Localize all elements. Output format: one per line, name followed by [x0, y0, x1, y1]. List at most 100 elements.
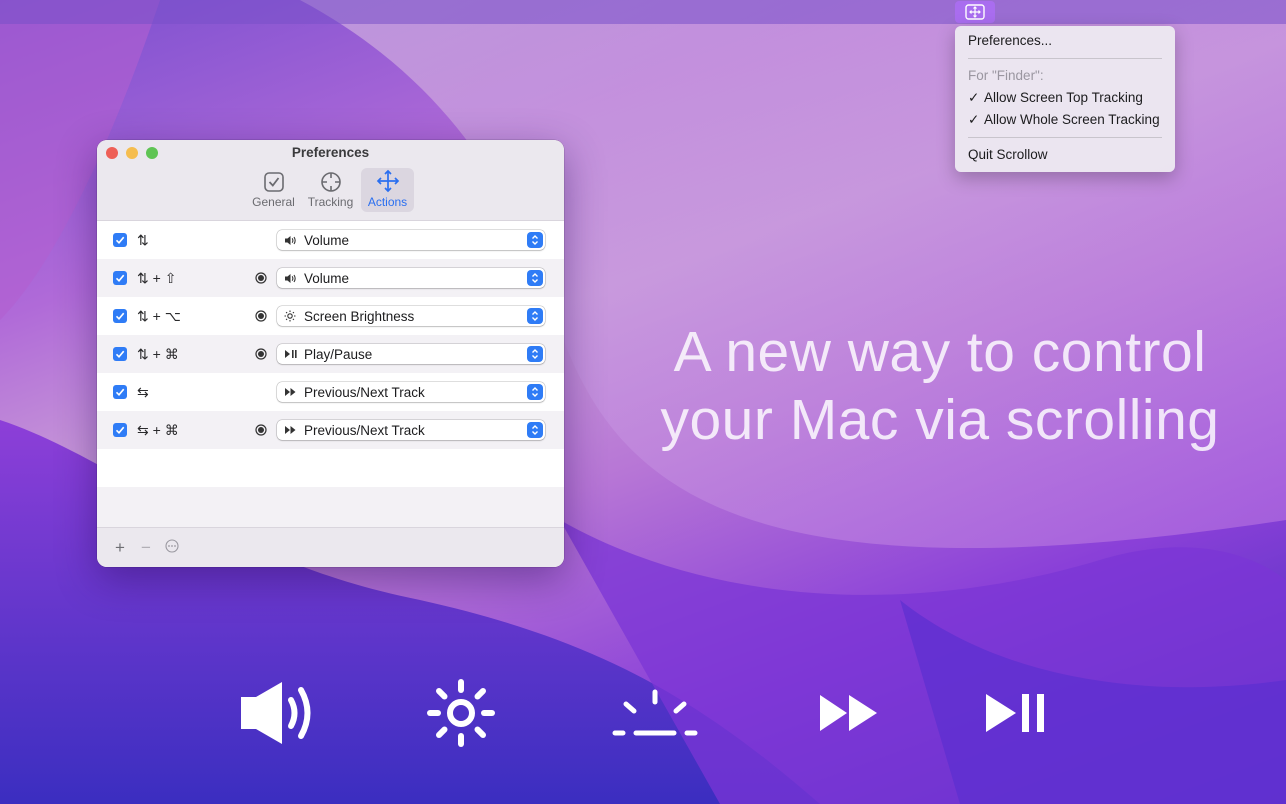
play-pause-icon [986, 694, 1044, 732]
enable-checkbox[interactable] [113, 271, 127, 285]
empty-row [97, 487, 564, 525]
move-arrows-icon [965, 4, 985, 20]
menu-separator [968, 58, 1162, 59]
toolbar-tabs: General Tracking Actions [97, 168, 564, 212]
vertical-scroll-icon: ⇅ [137, 269, 149, 286]
radio-icon[interactable] [255, 348, 267, 360]
crosshair-icon [320, 172, 341, 192]
action-popup[interactable]: Previous/Next Track [277, 420, 545, 440]
popup-chevron-icon [527, 232, 543, 248]
speaker-icon [284, 235, 304, 246]
table-row: ⇆ + ⌘ Previous/Next Track [97, 411, 564, 449]
play-pause-icon [284, 349, 304, 359]
add-button[interactable]: + [113, 538, 127, 558]
table-row: ⇅ + ⌥ Screen Brightness [97, 297, 564, 335]
horizontal-scroll-icon: ⇆ [137, 383, 149, 400]
action-label: Previous/Next Track [304, 422, 425, 438]
gesture-label: ⇅ + ⌥ [137, 308, 181, 325]
enable-checkbox[interactable] [113, 347, 127, 361]
headline-line-1: A new way to control [673, 320, 1207, 384]
action-popup[interactable]: Screen Brightness [277, 306, 545, 326]
enable-checkbox[interactable] [113, 423, 127, 437]
checkmark-icon [115, 312, 125, 320]
action-label: Previous/Next Track [304, 384, 425, 400]
modifier-keys: + ⇧ [152, 269, 177, 286]
menu-separator [968, 137, 1162, 138]
action-popup[interactable]: Play/Pause [277, 344, 545, 364]
modifier-keys: + ⌘ [152, 345, 179, 362]
menu-item-top-tracking[interactable]: ✓ Allow Screen Top Tracking [955, 87, 1175, 109]
checkmark-square-icon [263, 172, 284, 192]
menu-item-quit[interactable]: Quit Scrollow [955, 144, 1175, 166]
table-row: ⇆ Previous/Next Track [97, 373, 564, 411]
window-titlebar: Preferences General Tracking Actions [97, 140, 564, 221]
radio-icon[interactable] [255, 272, 267, 284]
fast-forward-icon [820, 695, 877, 731]
tab-general[interactable]: General [247, 168, 300, 212]
enable-checkbox[interactable] [113, 309, 127, 323]
modifier-keys: + ⌘ [152, 421, 179, 438]
menu-item-label: Allow Whole Screen Tracking [984, 112, 1160, 127]
table-row: ⇅ Volume [97, 221, 564, 259]
action-label: Play/Pause [304, 346, 373, 362]
headline: A new way to control your Mac via scroll… [660, 318, 1220, 454]
scrollow-menu: Preferences... For "Finder": ✓ Allow Scre… [955, 26, 1175, 172]
popup-chevron-icon [527, 308, 543, 324]
popup-chevron-icon [527, 346, 543, 362]
remove-button[interactable]: − [139, 538, 153, 558]
window-title: Preferences [291, 145, 370, 160]
action-popup[interactable]: Volume [277, 268, 545, 288]
enable-checkbox[interactable] [113, 385, 127, 399]
speaker-icon [284, 273, 304, 284]
scrollow-menubar-icon[interactable] [955, 1, 995, 23]
checkmark-icon: ✓ [968, 112, 980, 127]
gesture-label: ⇅ [137, 232, 149, 249]
popup-chevron-icon [527, 270, 543, 286]
tab-label: General [252, 195, 295, 209]
checkmark-icon [115, 274, 125, 282]
tab-tracking[interactable]: Tracking [304, 168, 357, 212]
move-arrows-icon [376, 169, 399, 193]
fast-forward-icon [284, 387, 304, 397]
radio-icon[interactable] [255, 310, 267, 322]
feature-icons [0, 670, 1286, 760]
vertical-scroll-icon: ⇅ [137, 307, 149, 324]
speaker-icon [241, 682, 311, 744]
checkmark-icon: ✓ [968, 90, 980, 105]
tab-label: Tracking [307, 195, 354, 209]
gesture-label: ⇅ + ⇧ [137, 270, 176, 287]
horizontal-scroll-icon: ⇆ [137, 421, 149, 438]
headline-line-2: your Mac via scrolling [660, 388, 1220, 452]
radio-icon[interactable] [255, 424, 267, 436]
popup-chevron-icon [527, 384, 543, 400]
menu-item-label: Allow Screen Top Tracking [984, 90, 1143, 105]
action-popup[interactable]: Previous/Next Track [277, 382, 545, 402]
fast-forward-icon [284, 425, 304, 435]
sun-icon [284, 310, 304, 322]
gesture-label: ⇆ [137, 384, 149, 401]
table-row: ⇅ + ⇧ Volume [97, 259, 564, 297]
sun-icon [427, 679, 495, 747]
popup-chevron-icon [527, 422, 543, 438]
keyboard-brightness-icon [612, 689, 698, 736]
checkmark-icon [115, 350, 125, 358]
action-label: Screen Brightness [304, 308, 415, 324]
table-row: ⇅ + ⌘ Play/Pause [97, 335, 564, 373]
modifier-keys: + ⌥ [152, 307, 181, 324]
action-label: Volume [304, 270, 350, 286]
checkmark-icon [115, 426, 125, 434]
preferences-window: Preferences General Tracking Actions ⇅ V… [97, 140, 564, 567]
tab-actions[interactable]: Actions [361, 168, 414, 212]
menu-item-preferences[interactable]: Preferences... [955, 30, 1175, 52]
action-label: Volume [304, 232, 350, 248]
vertical-scroll-icon: ⇅ [137, 345, 149, 362]
action-popup[interactable]: Volume [277, 230, 545, 250]
enable-checkbox[interactable] [113, 233, 127, 247]
checkmark-icon [115, 388, 125, 396]
more-options-icon[interactable] [165, 538, 179, 558]
menu-item-whole-tracking[interactable]: ✓ Allow Whole Screen Tracking [955, 109, 1175, 131]
vertical-scroll-icon: ⇅ [137, 231, 149, 248]
checkmark-icon [115, 236, 125, 244]
gesture-label: ⇅ + ⌘ [137, 346, 179, 363]
list-footer: + − [97, 527, 564, 567]
